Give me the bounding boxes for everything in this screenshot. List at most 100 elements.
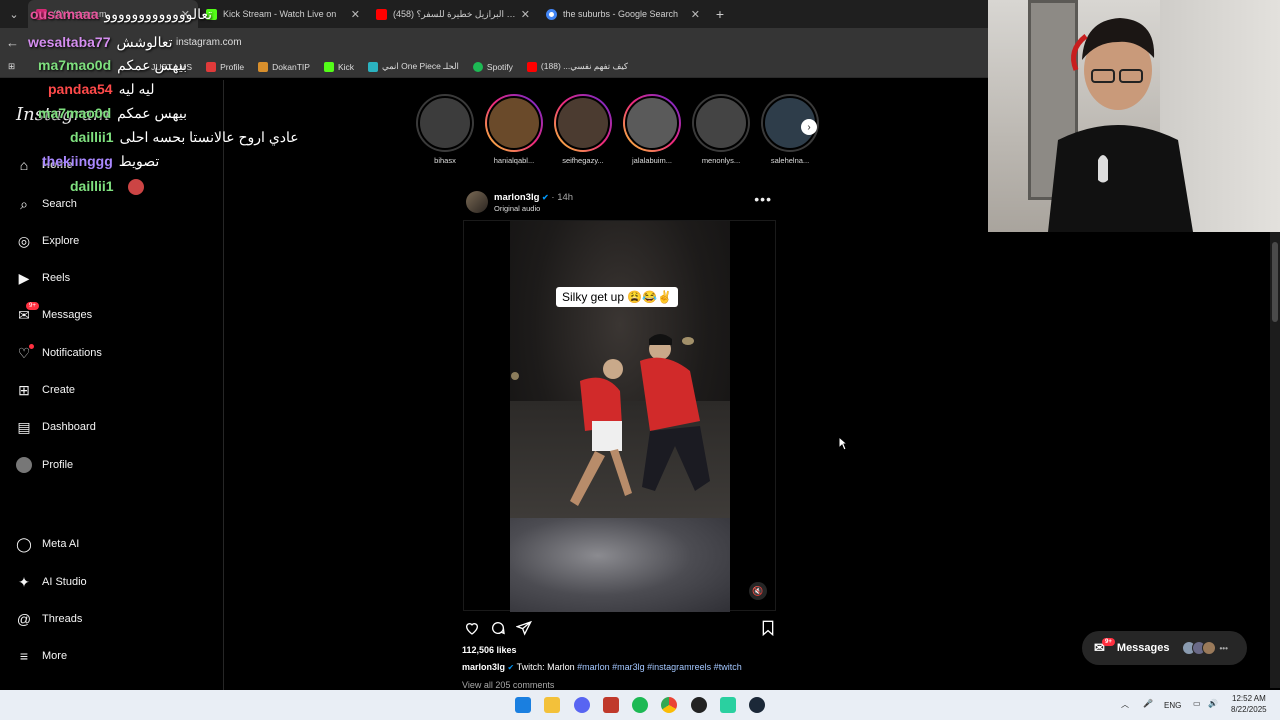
tab-search-icon[interactable]: ⌄ bbox=[0, 0, 28, 28]
sidebar-item-label: Search bbox=[42, 198, 77, 210]
chat-message: wesaltaba77 تعالوشش bbox=[28, 34, 173, 51]
apps-icon[interactable]: ⊞ bbox=[8, 61, 15, 72]
story-item[interactable]: bihasx bbox=[414, 94, 476, 165]
comment-icon[interactable] bbox=[488, 618, 508, 638]
share-icon[interactable] bbox=[514, 618, 534, 638]
sidebar-item-explore[interactable]: ◎ Explore bbox=[0, 226, 224, 256]
bookmark-item[interactable]: انمي One Piece الحلـ bbox=[368, 61, 459, 72]
spotify-icon[interactable] bbox=[632, 697, 648, 713]
story-username: hanialqabl... bbox=[493, 156, 535, 165]
windows-start-icon[interactable] bbox=[515, 697, 531, 713]
tab-google[interactable]: the suburbs - Google Search ✕ bbox=[538, 0, 708, 28]
more-options-icon[interactable]: ••• bbox=[754, 191, 772, 207]
tray-chevron-icon[interactable]: ︿ bbox=[1121, 699, 1129, 710]
discord-icon[interactable] bbox=[574, 697, 590, 713]
steam-icon[interactable] bbox=[749, 697, 765, 713]
chat-username: ma7mao0d bbox=[38, 57, 112, 73]
file-explorer-icon[interactable] bbox=[544, 697, 560, 713]
chat-username: ousamaaa bbox=[30, 6, 99, 22]
post-header: marlon3lg ✔ · 14h Original audio ••• bbox=[464, 188, 776, 218]
app-icon[interactable] bbox=[720, 697, 736, 713]
sidebar-item-label: More bbox=[42, 650, 68, 662]
new-tab-button[interactable]: + bbox=[708, 6, 732, 22]
chat-text: تعالووووووووووووو bbox=[104, 6, 213, 22]
reels-icon: ▶ bbox=[18, 269, 30, 286]
close-tab-icon[interactable]: ✕ bbox=[351, 8, 360, 21]
bookmark-item[interactable]: Spotify bbox=[472, 61, 513, 72]
chat-username: pandaa54 bbox=[48, 81, 113, 97]
post-username-row[interactable]: marlon3lg ✔ · 14h bbox=[494, 192, 573, 203]
emote-icon bbox=[127, 179, 144, 196]
next-stories-icon[interactable]: › bbox=[801, 119, 817, 135]
chat-username: thekiinggg bbox=[42, 153, 113, 169]
close-tab-icon[interactable]: ✕ bbox=[521, 8, 530, 21]
windows-taskbar: ︿ 🎤 ENG ▭ 🔊 12:52 AM 8/22/2025 bbox=[0, 690, 1280, 720]
sidebar-item-more[interactable]: ≡ More bbox=[0, 641, 224, 671]
chat-username: daillii1 bbox=[70, 178, 114, 194]
sidebar-item-label: Notifications bbox=[42, 347, 102, 359]
story-item[interactable]: menonlys... bbox=[690, 94, 752, 165]
sidebar-item-ai-studio[interactable]: ✦ AI Studio bbox=[0, 567, 224, 597]
sidebar-item-threads[interactable]: @ Threads bbox=[0, 604, 224, 634]
story-username: seifhegazy... bbox=[562, 156, 604, 165]
bookmark-item[interactable]: Profile bbox=[206, 61, 244, 72]
avatar bbox=[625, 96, 679, 150]
sidebar-item-notifications[interactable]: ♡ Notifications bbox=[0, 338, 224, 368]
network-icon[interactable]: ▭ bbox=[1193, 699, 1201, 708]
chrome-icon[interactable] bbox=[661, 697, 677, 713]
spotify-icon bbox=[472, 61, 483, 72]
caption-username[interactable]: marlon3lg bbox=[462, 662, 505, 672]
app-icon[interactable] bbox=[603, 697, 619, 713]
microphone-icon[interactable]: 🎤 bbox=[1143, 699, 1153, 708]
kick-icon bbox=[323, 61, 334, 72]
chat-message: thekiinggg تصويط bbox=[42, 153, 159, 170]
bookmark-item[interactable]: Kick bbox=[323, 61, 354, 72]
messages-badge: 9+ bbox=[26, 302, 39, 310]
avatar[interactable] bbox=[466, 191, 488, 213]
clock-date[interactable]: 8/22/2025 bbox=[1231, 705, 1267, 714]
verified-icon: ✔ bbox=[542, 193, 549, 202]
sidebar-item-reels[interactable]: ▶ Reels bbox=[0, 263, 224, 293]
url-field[interactable]: instagram.com bbox=[176, 37, 242, 48]
chat-message: ma7mao0d بيهس عمكم bbox=[38, 105, 187, 122]
view-comments-link[interactable]: View all 205 comments bbox=[462, 680, 554, 690]
tab-youtube[interactable]: (458) هل البرازيل خطيرة للسفر؟ ✕ bbox=[368, 0, 538, 28]
volume-icon[interactable]: 🔊 bbox=[1208, 699, 1218, 708]
tab-kick[interactable]: Kick Stream - Watch Live on ✕ bbox=[198, 0, 368, 28]
post-audio[interactable]: Original audio bbox=[494, 204, 540, 213]
sidebar-item-label: Threads bbox=[42, 613, 83, 625]
sidebar-item-dashboard[interactable]: ▤ Dashboard bbox=[0, 412, 224, 442]
bookmark-item[interactable]: كيف تفهم نفسي... (188) bbox=[526, 61, 628, 72]
post-media[interactable]: Silky get up 😩😂✌️ 🔇 bbox=[463, 220, 776, 612]
sidebar-item-create[interactable]: ⊞ Create bbox=[0, 375, 224, 405]
bookmark-item[interactable]: DokanTIP bbox=[258, 61, 310, 72]
chat-username: daillii1 bbox=[70, 129, 114, 145]
obs-icon[interactable] bbox=[691, 697, 707, 713]
chat-message: daillii1 bbox=[70, 178, 144, 196]
mute-icon[interactable]: 🔇 bbox=[749, 582, 767, 600]
caption-hashtags[interactable]: #marlon #mar3lg #instagramreels #twitch bbox=[577, 662, 742, 672]
chat-text: بيهس عمكم bbox=[117, 105, 187, 121]
post-username[interactable]: marlon3lg bbox=[494, 192, 539, 203]
sidebar-item-messages[interactable]: ✉ 9+ Messages bbox=[0, 300, 224, 330]
likes-count[interactable]: 112,506 likes bbox=[462, 645, 517, 655]
messages-pill[interactable]: ✉ 9+ Messages ••• bbox=[1082, 631, 1247, 665]
story-item[interactable]: jalalabuim... bbox=[621, 94, 683, 165]
messages-badge: 9+ bbox=[1102, 638, 1115, 646]
sidebar-item-meta-ai[interactable]: ◯ Meta AI bbox=[0, 529, 224, 559]
post-caption: marlon3lg ✔ Twitch: Marlon #marlon #mar3… bbox=[462, 662, 742, 672]
save-bookmark-icon[interactable] bbox=[758, 618, 778, 638]
clock-time[interactable]: 12:52 AM bbox=[1232, 694, 1266, 703]
chat-username: wesaltaba77 bbox=[28, 34, 111, 50]
like-heart-icon[interactable] bbox=[462, 618, 482, 638]
back-icon[interactable]: ← bbox=[6, 35, 28, 50]
avatar bbox=[556, 96, 610, 150]
story-item[interactable]: hanialqabl... bbox=[483, 94, 545, 165]
sidebar-item-profile[interactable]: Profile bbox=[0, 450, 224, 480]
reel-video[interactable]: Silky get up 😩😂✌️ bbox=[510, 221, 730, 612]
menu-icon: ≡ bbox=[19, 648, 29, 664]
close-tab-icon[interactable]: ✕ bbox=[691, 8, 700, 21]
story-item[interactable]: seifhegazy... bbox=[552, 94, 614, 165]
page-scrollbar[interactable] bbox=[1270, 232, 1280, 688]
language-indicator[interactable]: ENG bbox=[1164, 701, 1181, 710]
